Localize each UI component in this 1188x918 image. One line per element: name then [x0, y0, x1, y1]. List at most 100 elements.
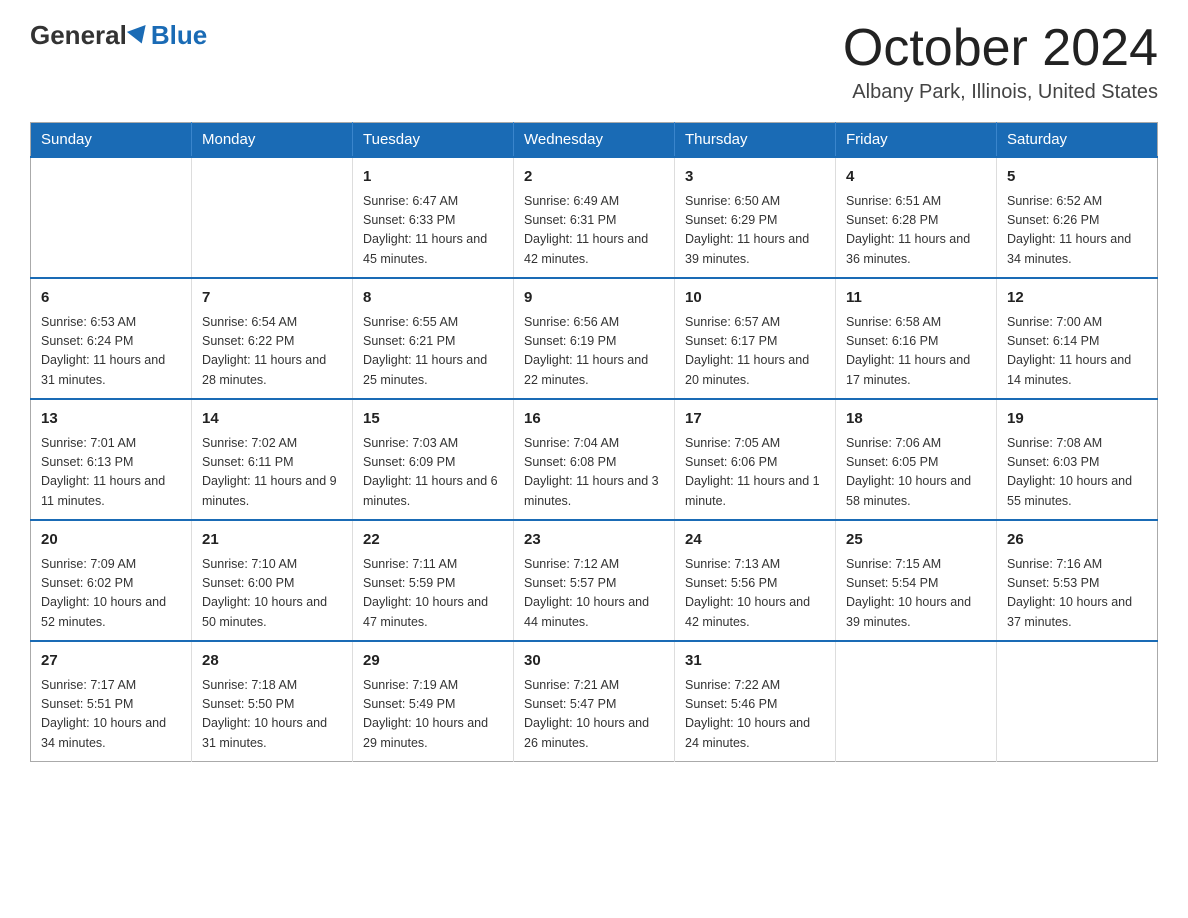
week-row-2: 6 Sunrise: 6:53 AMSunset: 6:24 PMDaylight…: [31, 278, 1158, 399]
calendar-cell: 20 Sunrise: 7:09 AMSunset: 6:02 PMDayligh…: [31, 520, 192, 641]
day-number: 23: [524, 529, 664, 552]
logo-triangle-icon: [127, 25, 151, 47]
day-info: Sunrise: 7:16 AMSunset: 5:53 PMDaylight:…: [1007, 555, 1147, 633]
calendar-cell: 23Sunrise: 7:12 AMSunset: 5:57 PMDayligh…: [514, 520, 675, 641]
title-area: October 2024 Albany Park, Illinois, Unit…: [843, 20, 1158, 104]
calendar-cell: 8 Sunrise: 6:55 AMSunset: 6:21 PMDaylight…: [353, 278, 514, 399]
calendar-cell: [836, 641, 997, 762]
calendar-cell: 5 Sunrise: 6:52 AMSunset: 6:26 PMDaylight…: [997, 157, 1158, 278]
day-number: 3: [685, 166, 825, 189]
calendar-cell: 30Sunrise: 7:21 AMSunset: 5:47 PMDayligh…: [514, 641, 675, 762]
logo-area: General Blue: [30, 20, 207, 51]
day-info: Sunrise: 6:47 AMSunset: 6:33 PMDaylight:…: [363, 192, 503, 270]
day-number: 9: [524, 287, 664, 310]
logo-blue: Blue: [151, 20, 207, 51]
day-info: Sunrise: 6:56 AMSunset: 6:19 PMDaylight:…: [524, 313, 664, 391]
day-number: 7: [202, 287, 342, 310]
day-number: 2: [524, 166, 664, 189]
header-day-monday: Monday: [192, 123, 353, 158]
header-day-friday: Friday: [836, 123, 997, 158]
calendar-cell: 13 Sunrise: 7:01 AMSunset: 6:13 PMDayligh…: [31, 399, 192, 520]
calendar-cell: 22 Sunrise: 7:11 AMSunset: 5:59 PMDayligh…: [353, 520, 514, 641]
calendar-cell: 7Sunrise: 6:54 AMSunset: 6:22 PMDaylight…: [192, 278, 353, 399]
calendar-cell: 21 Sunrise: 7:10 AMSunset: 6:00 PMDayligh…: [192, 520, 353, 641]
day-number: 4: [846, 166, 986, 189]
calendar-cell: 15 Sunrise: 7:03 AMSunset: 6:09 PMDayligh…: [353, 399, 514, 520]
logo-general: General: [30, 20, 127, 51]
header-day-wednesday: Wednesday: [514, 123, 675, 158]
day-info: Sunrise: 6:58 AMSunset: 6:16 PMDaylight:…: [846, 313, 986, 391]
day-info: Sunrise: 7:17 AMSunset: 5:51 PMDaylight:…: [41, 676, 181, 754]
logo: General Blue: [30, 20, 207, 51]
day-number: 15: [363, 408, 503, 431]
calendar-cell: [31, 157, 192, 278]
calendar-cell: 25 Sunrise: 7:15 AMSunset: 5:54 PMDayligh…: [836, 520, 997, 641]
day-number: 11: [846, 287, 986, 310]
header-row: SundayMondayTuesdayWednesdayThursdayFrid…: [31, 123, 1158, 158]
day-number: 26: [1007, 529, 1147, 552]
day-number: 29: [363, 650, 503, 673]
day-number: 5: [1007, 166, 1147, 189]
calendar-cell: 10Sunrise: 6:57 AMSunset: 6:17 PMDayligh…: [675, 278, 836, 399]
calendar-cell: 1 Sunrise: 6:47 AMSunset: 6:33 PMDaylight…: [353, 157, 514, 278]
day-info: Sunrise: 7:00 AMSunset: 6:14 PMDaylight:…: [1007, 313, 1147, 391]
day-number: 28: [202, 650, 342, 673]
day-number: 14: [202, 408, 342, 431]
calendar-cell: 14 Sunrise: 7:02 AMSunset: 6:11 PMDayligh…: [192, 399, 353, 520]
location-subtitle: Albany Park, Illinois, United States: [843, 81, 1158, 104]
day-number: 18: [846, 408, 986, 431]
day-number: 19: [1007, 408, 1147, 431]
day-info: Sunrise: 7:13 AMSunset: 5:56 PMDaylight:…: [685, 555, 825, 633]
calendar-cell: 16Sunrise: 7:04 AMSunset: 6:08 PMDayligh…: [514, 399, 675, 520]
day-info: Sunrise: 7:03 AMSunset: 6:09 PMDaylight:…: [363, 434, 503, 512]
calendar-cell: 3 Sunrise: 6:50 AMSunset: 6:29 PMDaylight…: [675, 157, 836, 278]
day-number: 22: [363, 529, 503, 552]
day-info: Sunrise: 7:05 AMSunset: 6:06 PMDaylight:…: [685, 434, 825, 512]
day-number: 8: [363, 287, 503, 310]
day-info: Sunrise: 7:04 AMSunset: 6:08 PMDaylight:…: [524, 434, 664, 512]
calendar-cell: 12Sunrise: 7:00 AMSunset: 6:14 PMDayligh…: [997, 278, 1158, 399]
day-info: Sunrise: 6:52 AMSunset: 6:26 PMDaylight:…: [1007, 192, 1147, 270]
day-info: Sunrise: 7:10 AMSunset: 6:00 PMDaylight:…: [202, 555, 342, 633]
calendar-table: SundayMondayTuesdayWednesdayThursdayFrid…: [30, 122, 1158, 762]
day-info: Sunrise: 6:55 AMSunset: 6:21 PMDaylight:…: [363, 313, 503, 391]
day-number: 27: [41, 650, 181, 673]
day-number: 13: [41, 408, 181, 431]
day-info: Sunrise: 7:08 AMSunset: 6:03 PMDaylight:…: [1007, 434, 1147, 512]
calendar-cell: 9 Sunrise: 6:56 AMSunset: 6:19 PMDaylight…: [514, 278, 675, 399]
day-info: Sunrise: 7:18 AMSunset: 5:50 PMDaylight:…: [202, 676, 342, 754]
calendar-cell: 31Sunrise: 7:22 AMSunset: 5:46 PMDayligh…: [675, 641, 836, 762]
header-day-tuesday: Tuesday: [353, 123, 514, 158]
calendar-cell: 19 Sunrise: 7:08 AMSunset: 6:03 PMDayligh…: [997, 399, 1158, 520]
week-row-3: 13 Sunrise: 7:01 AMSunset: 6:13 PMDayligh…: [31, 399, 1158, 520]
day-number: 10: [685, 287, 825, 310]
header-day-thursday: Thursday: [675, 123, 836, 158]
day-number: 30: [524, 650, 664, 673]
day-info: Sunrise: 7:11 AMSunset: 5:59 PMDaylight:…: [363, 555, 503, 633]
calendar-cell: 2Sunrise: 6:49 AMSunset: 6:31 PMDaylight…: [514, 157, 675, 278]
calendar-cell: [997, 641, 1158, 762]
header-day-saturday: Saturday: [997, 123, 1158, 158]
calendar-cell: 26 Sunrise: 7:16 AMSunset: 5:53 PMDayligh…: [997, 520, 1158, 641]
day-info: Sunrise: 7:01 AMSunset: 6:13 PMDaylight:…: [41, 434, 181, 512]
calendar-cell: 11 Sunrise: 6:58 AMSunset: 6:16 PMDayligh…: [836, 278, 997, 399]
day-info: Sunrise: 7:09 AMSunset: 6:02 PMDaylight:…: [41, 555, 181, 633]
day-number: 21: [202, 529, 342, 552]
day-info: Sunrise: 6:53 AMSunset: 6:24 PMDaylight:…: [41, 313, 181, 391]
day-number: 25: [846, 529, 986, 552]
day-info: Sunrise: 6:50 AMSunset: 6:29 PMDaylight:…: [685, 192, 825, 270]
day-info: Sunrise: 7:06 AMSunset: 6:05 PMDaylight:…: [846, 434, 986, 512]
calendar-cell: 28 Sunrise: 7:18 AMSunset: 5:50 PMDayligh…: [192, 641, 353, 762]
day-number: 20: [41, 529, 181, 552]
calendar-cell: [192, 157, 353, 278]
day-info: Sunrise: 7:19 AMSunset: 5:49 PMDaylight:…: [363, 676, 503, 754]
day-number: 1: [363, 166, 503, 189]
page-title: October 2024: [843, 20, 1158, 77]
page-header: General Blue October 2024 Albany Park, I…: [30, 20, 1158, 104]
week-row-5: 27 Sunrise: 7:17 AMSunset: 5:51 PMDayligh…: [31, 641, 1158, 762]
day-info: Sunrise: 7:15 AMSunset: 5:54 PMDaylight:…: [846, 555, 986, 633]
calendar-cell: 27 Sunrise: 7:17 AMSunset: 5:51 PMDayligh…: [31, 641, 192, 762]
week-row-1: 1 Sunrise: 6:47 AMSunset: 6:33 PMDaylight…: [31, 157, 1158, 278]
day-number: 6: [41, 287, 181, 310]
day-info: Sunrise: 7:02 AMSunset: 6:11 PMDaylight:…: [202, 434, 342, 512]
